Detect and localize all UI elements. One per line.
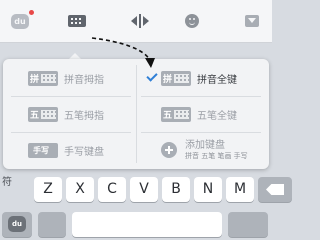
annotation-arrow: [91, 37, 155, 68]
